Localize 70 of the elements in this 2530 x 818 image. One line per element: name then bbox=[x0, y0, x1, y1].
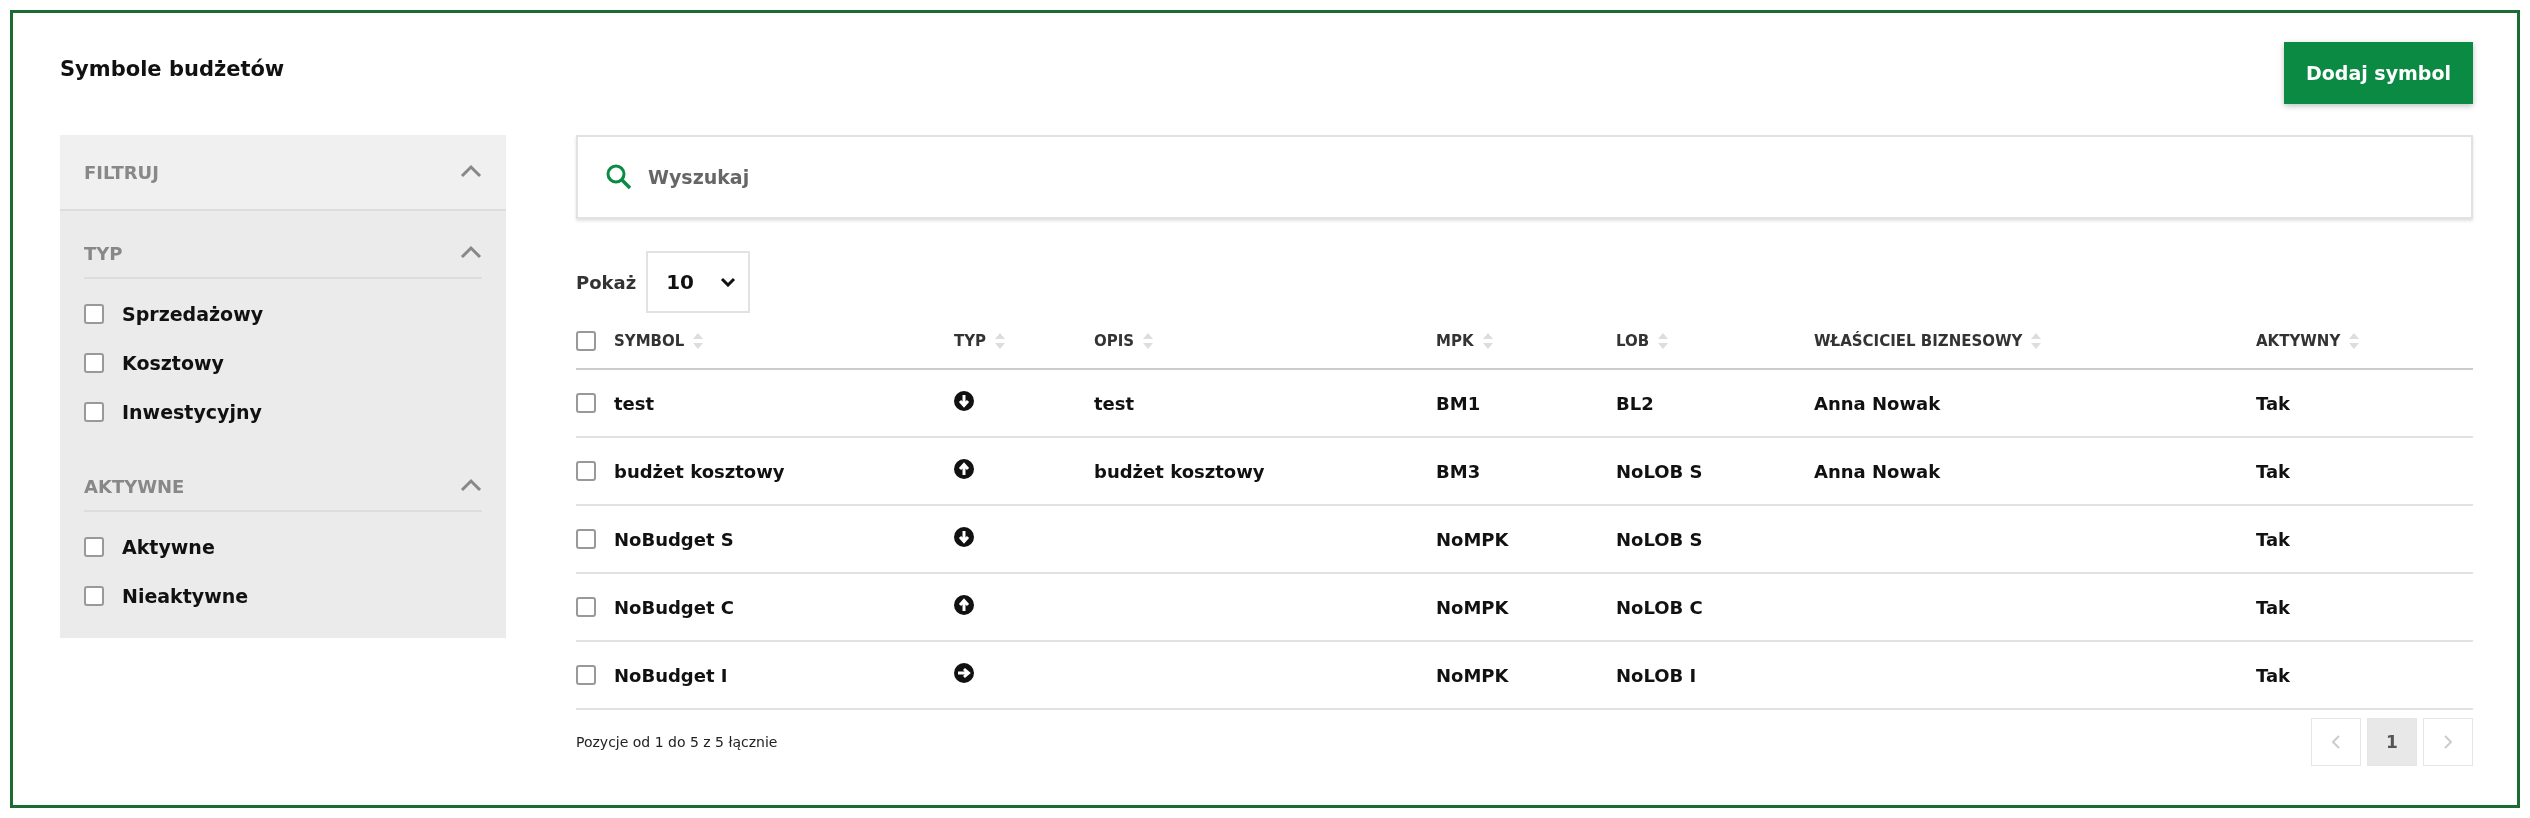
checkbox[interactable] bbox=[576, 665, 596, 685]
column-header[interactable]: AKTYWNY bbox=[2256, 332, 2341, 350]
checkbox[interactable] bbox=[576, 461, 596, 481]
chevron-down-icon bbox=[720, 277, 737, 287]
table-cell-text: Anna Nowak bbox=[1814, 392, 1942, 414]
checkbox[interactable] bbox=[576, 331, 596, 351]
filter-option-label: Aktywne bbox=[122, 535, 215, 558]
arrow-up-circle-icon bbox=[954, 595, 974, 615]
chevron-up-icon[interactable] bbox=[460, 163, 482, 178]
table-cell-text: test bbox=[1094, 392, 1136, 414]
table-cell-text: NoMPK bbox=[1436, 528, 1510, 550]
page-title: Symbole budżetów bbox=[60, 57, 285, 81]
table-cell-text: test bbox=[614, 392, 656, 414]
arrow-up-circle-icon bbox=[954, 459, 974, 479]
table-cell-text: BM3 bbox=[1436, 460, 1482, 482]
checkbox[interactable] bbox=[576, 529, 596, 549]
table-cell-text: Tak bbox=[2256, 392, 2292, 414]
filter-option-label: Kosztowy bbox=[122, 351, 224, 374]
column-header[interactable]: OPIS bbox=[1094, 332, 1135, 350]
checkbox[interactable] bbox=[84, 303, 104, 324]
search-field[interactable]: Wyszukaj bbox=[576, 135, 2473, 219]
search-icon bbox=[606, 164, 632, 190]
table-cell-text: Anna Nowak bbox=[1814, 460, 1942, 482]
pagination-info: Pozycje od 1 do 5 z 5 łącznie bbox=[576, 734, 778, 750]
table-cell-text: NoMPK bbox=[1436, 664, 1510, 686]
column-header[interactable]: TYP bbox=[954, 332, 987, 350]
table-cell-text: NoLOB S bbox=[1616, 460, 1704, 482]
search-input[interactable]: Wyszukaj bbox=[646, 165, 2443, 189]
page-button[interactable]: 1 bbox=[2367, 718, 2417, 766]
column-header[interactable]: SYMBOL bbox=[614, 332, 685, 350]
table-cell-text: Tak bbox=[2256, 596, 2292, 618]
add-symbol-button[interactable]: Dodaj symbol bbox=[2283, 42, 2473, 104]
checkbox[interactable] bbox=[84, 401, 104, 422]
arrow-right-circle-icon bbox=[954, 663, 974, 683]
checkbox[interactable] bbox=[576, 393, 596, 413]
filter-option-label: Nieaktywne bbox=[122, 584, 249, 607]
filter-option-label: Sprzedażowy bbox=[122, 302, 264, 325]
page-size-select[interactable]: 10 bbox=[646, 251, 751, 313]
column-header[interactable]: WŁAŚCICIEL BIZNESOWY bbox=[1814, 332, 2023, 350]
table-cell-text: NoBudget C bbox=[614, 596, 736, 618]
filter-option-label: Inwestycyjny bbox=[122, 400, 262, 423]
chevron-up-icon[interactable] bbox=[460, 477, 482, 492]
chevron-right-icon bbox=[2443, 734, 2453, 750]
table-cell-text: BM1 bbox=[1436, 392, 1482, 414]
table-cell-text: BL2 bbox=[1616, 392, 1655, 414]
table-cell-text: Tak bbox=[2256, 664, 2292, 686]
checkbox[interactable] bbox=[84, 352, 104, 373]
table-cell-text: NoLOB C bbox=[1616, 596, 1704, 618]
arrow-down-circle-icon bbox=[954, 527, 974, 547]
show-label: Pokaż bbox=[576, 271, 637, 293]
table-cell-text: budżet kosztowy bbox=[614, 460, 786, 482]
table-cell-text: NoLOB I bbox=[1616, 664, 1698, 686]
filter-group-heading: TYP bbox=[84, 242, 123, 264]
table-cell-text: Tak bbox=[2256, 460, 2292, 482]
checkbox[interactable] bbox=[576, 597, 596, 617]
chevron-left-icon bbox=[2331, 734, 2341, 750]
checkbox[interactable] bbox=[84, 585, 104, 606]
arrow-down-circle-icon bbox=[954, 391, 974, 411]
table-cell-text: Tak bbox=[2256, 528, 2292, 550]
table-cell-text: NoBudget I bbox=[614, 664, 729, 686]
table-cell-text: NoBudget S bbox=[614, 528, 735, 550]
table-cell-text: NoLOB S bbox=[1616, 528, 1704, 550]
table-cell-text: budżet kosztowy bbox=[1094, 460, 1266, 482]
chevron-up-icon[interactable] bbox=[460, 244, 482, 259]
table-cell-text: NoMPK bbox=[1436, 596, 1510, 618]
column-header[interactable]: MPK bbox=[1436, 332, 1474, 350]
column-header[interactable]: LOB bbox=[1616, 332, 1650, 350]
checkbox[interactable] bbox=[84, 536, 104, 557]
filter-heading: FILTRUJ bbox=[84, 161, 159, 183]
filter-group-heading: AKTYWNE bbox=[84, 475, 185, 497]
